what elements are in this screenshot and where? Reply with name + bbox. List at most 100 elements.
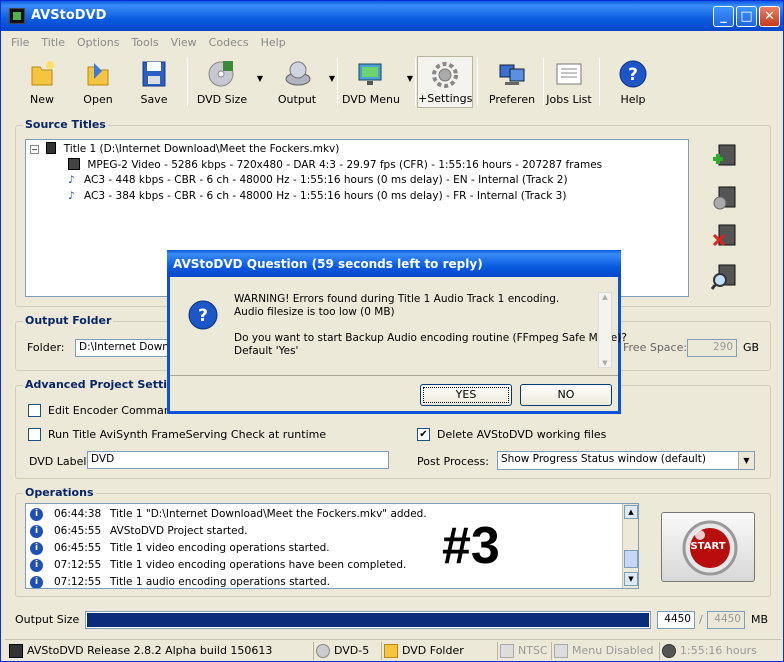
scroll-up-icon[interactable]: ▲	[624, 505, 638, 519]
output-dropdown-icon[interactable]: ▼	[329, 74, 335, 83]
dialog-line: Default 'Yes'	[234, 345, 299, 357]
run-avisynth-label: Run Title AviSynth FrameServing Check at…	[48, 428, 327, 441]
folder-icon	[384, 644, 398, 658]
output-size-bar	[85, 611, 651, 629]
jobs-list-button[interactable]: Jobs List	[545, 56, 593, 108]
dvd-disc-icon	[316, 644, 330, 658]
status-format: NTSC	[497, 642, 549, 660]
save-button[interactable]: Save	[133, 56, 175, 108]
question-dialog: AVStoDVD Question (59 seconds left to re…	[167, 250, 627, 414]
title-settings-icon[interactable]	[711, 185, 739, 213]
log-row: i 07:12:55 Title 1 video encoding operatio…	[26, 557, 626, 574]
close-button[interactable]: ✕	[759, 6, 780, 27]
run-avisynth-checkbox[interactable]	[28, 428, 41, 441]
new-button[interactable]: New	[21, 56, 63, 108]
chevron-down-icon[interactable]: ▼	[738, 452, 754, 469]
operations-log[interactable]: i 06:44:38 Title 1 "D:\Internet Download\M…	[25, 503, 639, 589]
dvd-menu-dropdown-icon[interactable]: ▼	[407, 74, 413, 83]
delete-working-checkbox[interactable]: ✔	[417, 428, 430, 441]
info-icon: i	[30, 559, 43, 572]
audio-text: AC3 - 448 kbps - CBR - 6 ch - 48000 Hz -…	[84, 174, 568, 186]
add-title-icon[interactable]	[711, 143, 739, 171]
dvd-size-dropdown-icon[interactable]: ▼	[257, 74, 263, 83]
menu-codecs[interactable]: Codecs	[203, 33, 255, 52]
toolbar-separator	[187, 58, 188, 106]
app-film-icon	[9, 644, 23, 658]
preferences-button[interactable]: Preferen	[481, 56, 543, 108]
status-output-type: DVD Folder	[381, 642, 493, 660]
start-button[interactable]: START	[661, 512, 755, 582]
advanced-settings-label: Advanced Project Setting	[23, 378, 185, 391]
preview-title-icon[interactable]	[711, 263, 739, 291]
dialog-title-bar[interactable]: AVStoDVD Question (59 seconds left to re…	[167, 250, 621, 277]
tree-title-row[interactable]: − Title 1 (D:\Internet Download\Meet the…	[30, 142, 339, 155]
open-button[interactable]: Open	[77, 56, 119, 108]
scroll-up-icon[interactable]: ▲	[599, 293, 611, 301]
log-text: Title 1 video encoding operations have b…	[110, 559, 407, 571]
maximize-button[interactable]: □	[736, 6, 757, 27]
help-button[interactable]: ? Help	[609, 56, 657, 108]
output-size-label: Output Size	[15, 613, 80, 626]
output-size-unit: MB	[751, 613, 769, 626]
tree-audio-row[interactable]: ♪ AC3 - 448 kbps - CBR - 6 ch - 48000 Hz…	[68, 174, 568, 186]
title-bar[interactable]: AVStoDVD _ □ ✕	[1, 1, 783, 31]
scroll-down-icon[interactable]: ▼	[599, 359, 611, 367]
window-title: AVStoDVD	[31, 8, 107, 23]
scroll-down-icon[interactable]: ▼	[624, 572, 638, 586]
tree-video-row[interactable]: MPEG-2 Video - 5286 kbps - 720x480 - DAR…	[68, 158, 602, 171]
dialog-title: AVStoDVD Question (59 seconds left to re…	[173, 257, 483, 271]
settings-button[interactable]: +Settings	[417, 56, 473, 108]
menu-tools[interactable]: Tools	[125, 33, 164, 52]
menu-bar: File Title Options Tools View Codecs Help	[5, 33, 292, 53]
dvd-menu-label: DVD Menu	[342, 93, 400, 106]
jobs-list-label: Jobs List	[546, 93, 592, 106]
audio-note-icon: ♪	[68, 190, 75, 202]
menu-monitor-icon	[554, 644, 568, 658]
settings-label: +Settings	[418, 92, 473, 105]
toolbar-separator	[415, 58, 416, 106]
log-scrollbar[interactable]: ▲ ▼	[622, 504, 638, 588]
dialog-message: WARNING! Errors found during Title 1 Aud…	[234, 293, 627, 358]
no-button[interactable]: NO	[520, 384, 612, 406]
log-text: Title 1 "D:\Internet Download\Meet the F…	[110, 508, 427, 520]
log-text: AVStoDVD Project started.	[110, 525, 248, 537]
menu-file[interactable]: File	[5, 33, 35, 52]
tree-audio-row[interactable]: ♪ AC3 - 384 kbps - CBR - 6 ch - 48000 Hz…	[68, 190, 566, 202]
film-icon	[46, 142, 57, 154]
dvd-size-button[interactable]: ▼ DVD Size	[193, 56, 265, 108]
open-label: Open	[83, 93, 113, 106]
dvd-size-label: DVD Size	[196, 93, 248, 106]
log-row: i 06:45:55 Title 1 video encoding operatio…	[26, 540, 626, 557]
log-time: 07:12:55	[54, 576, 102, 588]
log-time: 07:12:55	[54, 559, 102, 571]
yes-button[interactable]: YES	[420, 384, 512, 406]
dvd-label-input[interactable]: DVD	[87, 451, 389, 469]
minimize-button[interactable]: _	[713, 6, 734, 27]
hard-drive-icon	[285, 61, 311, 86]
audio-text: AC3 - 384 kbps - CBR - 6 ch - 48000 Hz -…	[84, 190, 567, 202]
svg-text:?: ?	[628, 65, 638, 85]
menu-title[interactable]: Title	[35, 33, 71, 52]
scroll-thumb[interactable]	[624, 550, 638, 568]
menu-help[interactable]: Help	[255, 33, 292, 52]
remove-title-icon[interactable]	[711, 223, 739, 251]
question-icon: ?	[188, 300, 218, 330]
status-menu: Menu Disabled	[551, 642, 655, 660]
post-process-value: Show Progress Status window (default)	[501, 453, 706, 465]
edit-encoder-checkbox[interactable]	[28, 404, 41, 417]
output-button[interactable]: ▼ Output	[271, 56, 337, 108]
folder-input[interactable]: D:\Internet Downlo	[75, 339, 175, 357]
status-bar: AVStoDVD Release 2.8.2 Alpha build 15061…	[5, 639, 781, 660]
folder-label: Folder:	[27, 341, 65, 354]
menu-view[interactable]: View	[165, 33, 203, 52]
log-row: i 06:45:55 AVStoDVD Project started.	[26, 523, 626, 540]
operations-label: Operations	[23, 486, 96, 499]
dvd-menu-button[interactable]: ▼ DVD Menu	[341, 56, 415, 108]
post-process-select[interactable]: Show Progress Status window (default) ▼	[497, 451, 755, 470]
dialog-scrollbar[interactable]: ▲ ▼	[598, 292, 612, 368]
video-icon	[68, 158, 80, 170]
menu-options[interactable]: Options	[71, 33, 125, 52]
clock-icon	[662, 644, 676, 658]
collapse-icon[interactable]: −	[30, 145, 39, 154]
dvd-label-label: DVD Label:	[29, 455, 91, 468]
